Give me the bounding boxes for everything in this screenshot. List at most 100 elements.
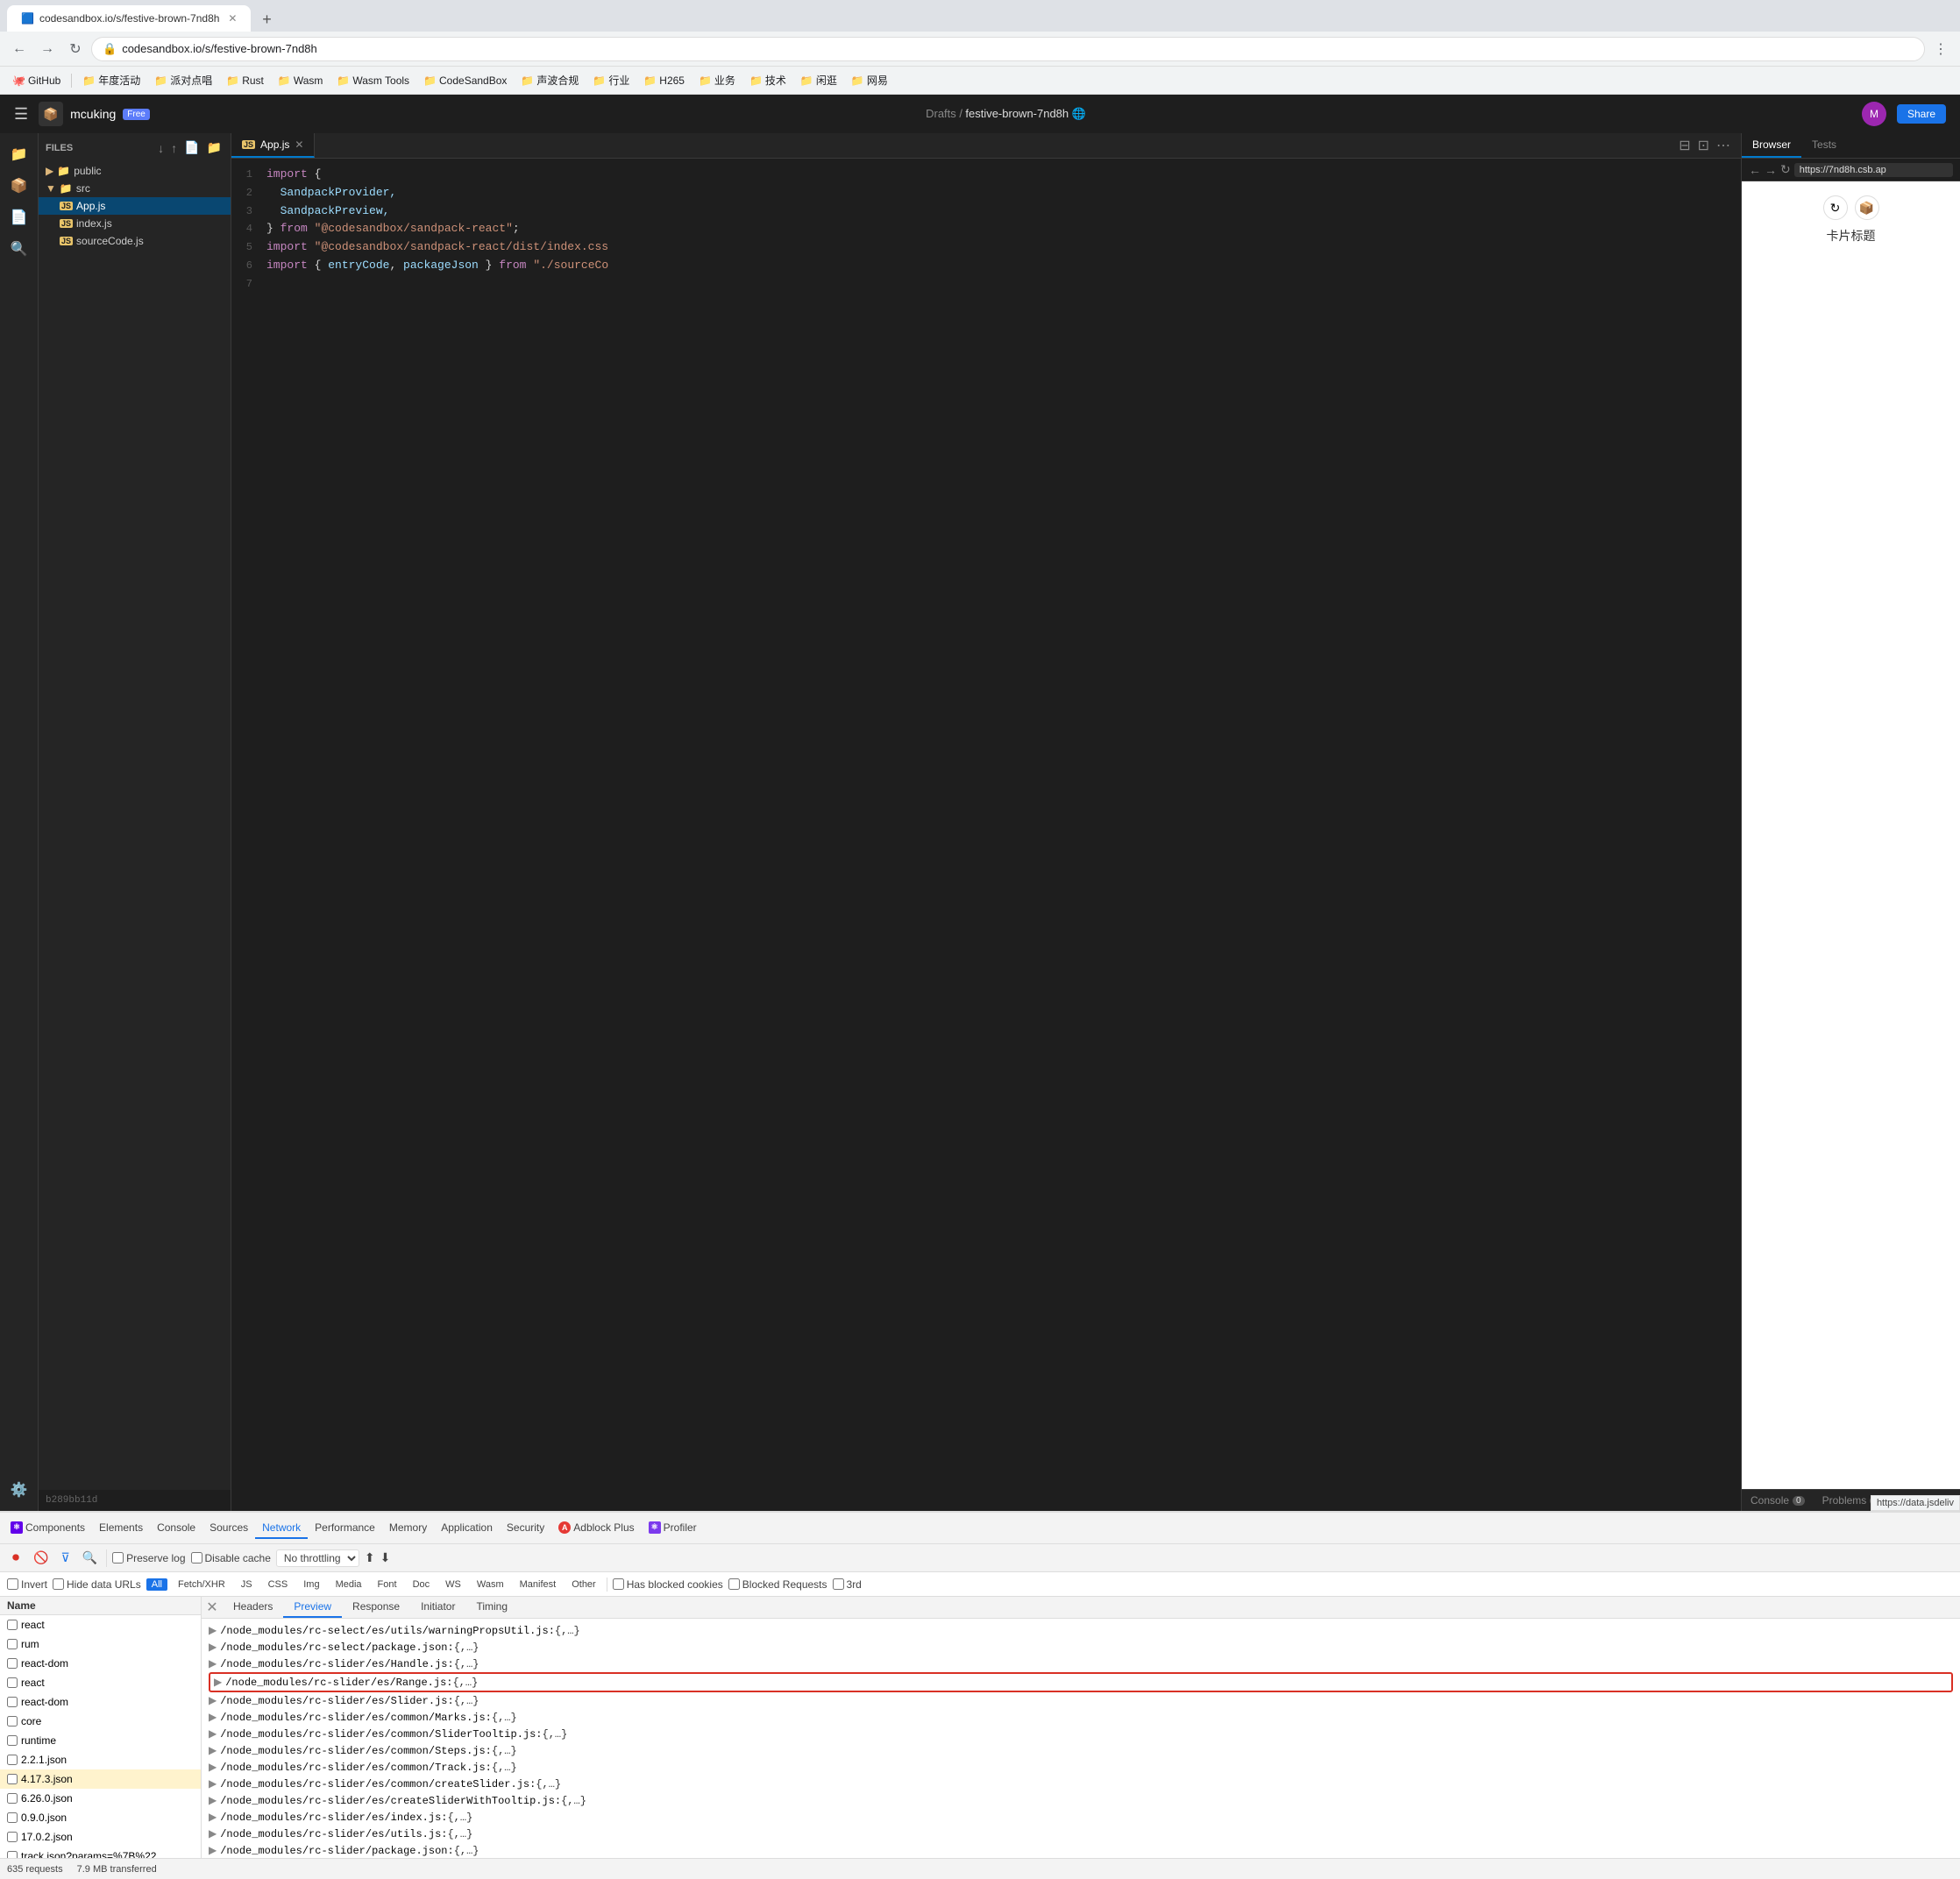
devtools-tab-elements[interactable]: Elements [92, 1518, 150, 1539]
clear-btn[interactable]: 🚫 [30, 1549, 52, 1567]
hamburger-menu[interactable]: ☰ [14, 105, 28, 124]
arrow-icon[interactable]: ▶ [209, 1794, 217, 1807]
blocked-cookies-label[interactable]: Has blocked cookies [613, 1578, 723, 1591]
row-checkbox[interactable] [7, 1812, 18, 1823]
font-filter-btn[interactable]: Font [373, 1578, 402, 1591]
tab-close-icon[interactable]: ✕ [295, 138, 303, 151]
list-item[interactable]: rum [0, 1634, 201, 1654]
bookmark-h265[interactable]: 📁H265 [638, 73, 690, 89]
preserve-log-label[interactable]: Preserve log [112, 1552, 185, 1564]
arrow-icon[interactable]: ▶ [209, 1777, 217, 1790]
sidebar-icon-npm[interactable]: 📦 [5, 172, 33, 200]
back-button[interactable]: ← [7, 37, 32, 61]
detail-tab-initiator[interactable]: Initiator [410, 1597, 465, 1618]
split-editor-btn[interactable]: ⊟ [1679, 137, 1690, 154]
address-bar[interactable]: 🔒 codesandbox.io/s/festive-brown-7nd8h [91, 37, 1925, 61]
sidebar-icon-new-file[interactable]: 📄 [5, 203, 33, 231]
invert-label[interactable]: Invert [7, 1578, 47, 1591]
third-party-label[interactable]: 3rd [833, 1578, 862, 1591]
doc-filter-btn[interactable]: Doc [408, 1578, 436, 1591]
bookmark-sound[interactable]: 📁声波合规 [515, 71, 584, 89]
arrow-icon[interactable]: ▶ [209, 1624, 217, 1637]
blocked-requests-label[interactable]: Blocked Requests [728, 1578, 827, 1591]
img-filter-btn[interactable]: Img [298, 1578, 324, 1591]
new-folder-btn[interactable]: 📁 [205, 138, 224, 157]
row-checkbox[interactable] [7, 1716, 18, 1727]
bookmark-tech[interactable]: 📁技术 [744, 71, 792, 89]
devtools-tab-application[interactable]: Application [434, 1518, 500, 1539]
preserve-log-checkbox[interactable] [112, 1552, 124, 1563]
devtools-tab-sources[interactable]: Sources [202, 1518, 255, 1539]
record-btn[interactable]: ⏺ [7, 1549, 25, 1567]
devtools-tab-profiler[interactable]: ⚛ Profiler [642, 1518, 704, 1539]
row-checkbox[interactable] [7, 1832, 18, 1842]
file-item-indexjs[interactable]: JS index.js [39, 215, 231, 232]
filter-btn[interactable]: ⊽ [57, 1549, 73, 1567]
new-tab-btn[interactable]: + [254, 7, 279, 32]
all-filter-btn[interactable]: All [146, 1578, 167, 1591]
bookmark-business[interactable]: 📁业务 [693, 71, 741, 89]
bookmark-wasm-tools[interactable]: 📁Wasm Tools [331, 73, 415, 89]
arrow-icon[interactable]: ▶ [209, 1657, 217, 1670]
row-checkbox[interactable] [7, 1755, 18, 1765]
row-checkbox[interactable] [7, 1658, 18, 1669]
detail-tab-response[interactable]: Response [342, 1597, 410, 1618]
extension-btn[interactable]: ⋮ [1928, 37, 1953, 61]
list-item[interactable]: track.json?params=%7B%22... [0, 1847, 201, 1858]
file-item-src[interactable]: ▼ 📁 src [39, 180, 231, 197]
browser-forward-btn[interactable]: → [1765, 163, 1777, 177]
bookmark-netease[interactable]: 📁网易 [846, 71, 893, 89]
sort-down-btn[interactable]: ↓ [156, 138, 166, 157]
bookmark-codesandbox[interactable]: 📁CodeSandBox [418, 73, 512, 89]
list-item[interactable]: react-dom [0, 1654, 201, 1673]
blocked-cookies-checkbox[interactable] [613, 1578, 624, 1590]
devtools-tab-components[interactable]: ⚛ Components [4, 1518, 92, 1539]
new-file-btn[interactable]: 📄 [182, 138, 201, 157]
list-item[interactable]: 2.2.1.json [0, 1750, 201, 1769]
arrow-icon[interactable]: ▶ [209, 1727, 217, 1741]
arrow-icon[interactable]: ▶ [209, 1711, 217, 1724]
sidebar-icon-settings[interactable]: ⚙️ [5, 1476, 33, 1504]
arrow-icon[interactable]: ▶ [209, 1827, 217, 1840]
ide-action-btn[interactable]: Share [1897, 104, 1946, 124]
active-tab[interactable]: 🟦 codesandbox.io/s/festive-brown-7nd8h ✕ [7, 5, 251, 32]
list-item[interactable]: 0.9.0.json [0, 1808, 201, 1827]
sort-up-btn[interactable]: ↑ [169, 138, 179, 157]
file-item-appjs[interactable]: JS App.js [39, 197, 231, 215]
browser-tab-tests[interactable]: Tests [1801, 133, 1847, 158]
devtools-tab-security[interactable]: Security [500, 1518, 551, 1539]
editor-tab-appjs[interactable]: JS App.js ✕ [231, 133, 315, 158]
forward-button[interactable]: → [35, 37, 60, 61]
list-item[interactable]: core [0, 1712, 201, 1731]
preview-cube-btn[interactable]: 📦 [1855, 195, 1879, 220]
row-checkbox[interactable] [7, 1793, 18, 1804]
row-checkbox[interactable] [7, 1735, 18, 1746]
invert-checkbox[interactable] [7, 1578, 18, 1590]
blocked-requests-checkbox[interactable] [728, 1578, 740, 1590]
browser-reload-btn[interactable]: ↻ [1780, 162, 1791, 177]
bookmark-rust[interactable]: 📁Rust [221, 73, 269, 89]
throttle-select[interactable]: No throttling [276, 1549, 359, 1567]
bookmark-annual[interactable]: 📁年度活动 [77, 71, 146, 89]
export-btn[interactable]: ⬇ [380, 1550, 391, 1565]
hide-data-checkbox[interactable] [53, 1578, 64, 1590]
list-item[interactable]: react [0, 1673, 201, 1692]
other-filter-btn[interactable]: Other [566, 1578, 601, 1591]
list-item[interactable]: react-dom [0, 1692, 201, 1712]
row-checkbox[interactable] [7, 1620, 18, 1630]
hide-data-label[interactable]: Hide data URLs [53, 1578, 141, 1591]
disable-cache-label[interactable]: Disable cache [191, 1552, 271, 1564]
detail-tab-timing[interactable]: Timing [465, 1597, 518, 1618]
devtools-tab-adblock[interactable]: A Adblock Plus [551, 1518, 641, 1539]
sidebar-icon-explorer[interactable]: 📁 [5, 140, 33, 168]
fetch-xhr-filter-btn[interactable]: Fetch/XHR [173, 1578, 231, 1591]
media-filter-btn[interactable]: Media [330, 1578, 367, 1591]
list-item[interactable]: 4.17.3.json [0, 1769, 201, 1789]
list-item[interactable]: react [0, 1615, 201, 1634]
detail-close-btn[interactable]: ✕ [202, 1597, 223, 1618]
arrow-icon[interactable]: ▶ [209, 1694, 217, 1707]
arrow-icon[interactable]: ▶ [209, 1744, 217, 1757]
manifest-filter-btn[interactable]: Manifest [515, 1578, 562, 1591]
preview-refresh-btn[interactable]: ↻ [1823, 195, 1848, 220]
more-btn[interactable]: ⋯ [1716, 137, 1730, 154]
